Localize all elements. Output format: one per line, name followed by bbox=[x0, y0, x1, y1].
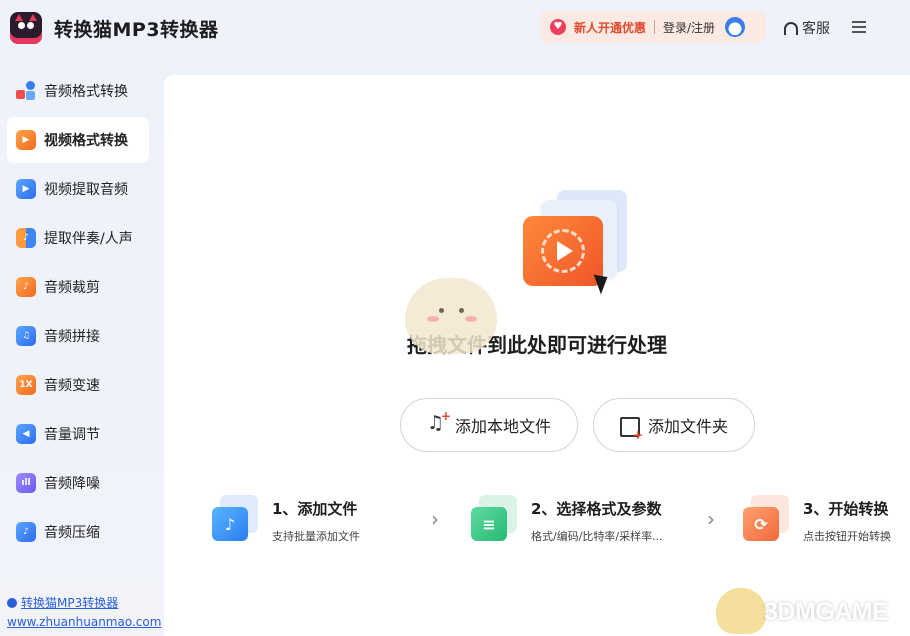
convert-refresh-icon: ⟳ bbox=[743, 495, 789, 541]
watermark-mascot-icon bbox=[716, 588, 766, 634]
sidebar-item-extract-vocal[interactable]: ♪ 提取伴奏/人声 bbox=[7, 215, 149, 261]
drag-hint-text: 拖拽文件到此处即可进行处理 bbox=[407, 333, 667, 357]
sidebar-item-label: 音频裁剪 bbox=[44, 280, 100, 296]
settings-panel-icon: ≡ bbox=[471, 495, 517, 541]
sidebar-item-label: 音频拼接 bbox=[44, 329, 100, 345]
step-start-convert: ⟳ 3、开始转换 点击按钮开始转换 bbox=[743, 495, 891, 544]
step-select-format: ≡ 2、选择格式及参数 格式/编码/比特率/采样率... bbox=[471, 495, 663, 544]
sidebar-item-audio-speed[interactable]: 1X 音频变速 bbox=[7, 362, 149, 408]
audio-speed-icon: 1X bbox=[16, 375, 36, 395]
step-desc: 支持批量添加文件 bbox=[272, 530, 360, 543]
new-user-offer-link[interactable]: 新人开通优惠 bbox=[574, 19, 646, 36]
customer-service-label: 客服 bbox=[802, 21, 830, 37]
login-register-link[interactable]: 登录/注册 bbox=[663, 19, 715, 36]
play-icon bbox=[523, 216, 603, 286]
sidebar-item-audio-trim[interactable]: ♪ 音频裁剪 bbox=[7, 264, 149, 310]
chevron-right-icon: › bbox=[707, 507, 715, 531]
step-desc: 点击按钮开始转换 bbox=[803, 530, 891, 543]
sidebar-item-denoise[interactable]: ıll 音频降噪 bbox=[7, 460, 149, 506]
footer-app-link[interactable]: 转换猫MP3转换器 bbox=[7, 594, 161, 611]
sidebar-item-audio-format[interactable]: 音频格式转换 bbox=[7, 68, 149, 114]
sidebar-item-video-extract-audio[interactable]: ▶ 视频提取音频 bbox=[7, 166, 149, 212]
paw-icon bbox=[7, 597, 17, 608]
sidebar-footer: 转换猫MP3转换器 www.zhuanhuanmao.com bbox=[7, 594, 161, 629]
step-title: 1、添加文件 bbox=[272, 500, 358, 518]
heart-icon: ♥ bbox=[550, 19, 566, 35]
customer-service-button[interactable]: 客服 bbox=[784, 18, 830, 38]
add-folder-icon bbox=[619, 416, 643, 442]
volume-icon: ◀ bbox=[16, 424, 36, 444]
add-local-file-button[interactable]: 添加本地文件 bbox=[400, 398, 578, 452]
sidebar-item-label: 提取伴奏/人声 bbox=[44, 231, 133, 247]
headset-icon bbox=[784, 21, 798, 35]
sidebar-item-label: 视频格式转换 bbox=[44, 133, 128, 149]
sidebar: 音频格式转换 ▶ 视频格式转换 ▶ 视频提取音频 ♪ 提取伴奏/人声 ♪ 音频裁… bbox=[0, 66, 161, 636]
divider bbox=[654, 20, 656, 34]
footer-app-name: 转换猫MP3转换器 bbox=[21, 596, 119, 610]
music-file-icon: ♪ bbox=[212, 495, 258, 541]
sidebar-item-label: 音频变速 bbox=[44, 378, 100, 394]
footer-website-link[interactable]: www.zhuanhuanmao.com bbox=[7, 615, 161, 629]
sidebar-item-label: 音频压缩 bbox=[44, 525, 100, 541]
watermark-mascot-icon bbox=[405, 278, 497, 354]
denoise-icon: ıll bbox=[16, 473, 36, 493]
extract-vocal-icon: ♪ bbox=[16, 228, 36, 248]
sidebar-item-video-format[interactable]: ▶ 视频格式转换 bbox=[7, 117, 149, 163]
add-local-file-label: 添加本地文件 bbox=[454, 417, 551, 436]
sidebar-item-volume[interactable]: ◀ 音量调节 bbox=[7, 411, 149, 457]
add-music-icon bbox=[427, 409, 451, 435]
menu-icon[interactable] bbox=[852, 21, 866, 36]
sidebar-item-label: 音量调节 bbox=[44, 427, 100, 443]
drop-zone[interactable]: 拖拽文件到此处即可进行处理 添加本地文件 添加文件夹 ♪ 1、添加文件 支持批量… bbox=[164, 75, 910, 636]
watermark-text: 3DMGAME bbox=[764, 598, 889, 626]
avatar[interactable] bbox=[725, 17, 746, 37]
audio-format-icon bbox=[16, 81, 36, 101]
step-title: 2、选择格式及参数 bbox=[531, 500, 662, 518]
audio-trim-icon: ♪ bbox=[16, 277, 36, 297]
promo-bar: ♥ 新人开通优惠 登录/注册 bbox=[540, 11, 766, 43]
add-folder-label: 添加文件夹 bbox=[647, 417, 728, 436]
add-folder-button[interactable]: 添加文件夹 bbox=[593, 398, 755, 452]
sidebar-item-audio-merge[interactable]: ♫ 音频拼接 bbox=[7, 313, 149, 359]
audio-merge-icon: ♫ bbox=[16, 326, 36, 346]
video-file-illustration bbox=[521, 190, 629, 300]
title-bar: 转换猫MP3转换器 ♥ 新人开通优惠 登录/注册 客服 bbox=[0, 0, 910, 56]
video-extract-audio-icon: ▶ bbox=[16, 179, 36, 199]
app-title: 转换猫MP3转换器 bbox=[54, 19, 219, 41]
compress-icon: ♪ bbox=[16, 522, 36, 542]
sidebar-item-label: 音频格式转换 bbox=[44, 84, 128, 100]
sidebar-item-label: 视频提取音频 bbox=[44, 182, 128, 198]
step-desc: 格式/编码/比特率/采样率... bbox=[531, 530, 663, 543]
sidebar-item-label: 音频降噪 bbox=[44, 476, 100, 492]
cat-logo-icon bbox=[10, 12, 42, 44]
chevron-right-icon: › bbox=[431, 507, 439, 531]
sidebar-item-compress[interactable]: ♪ 音频压缩 bbox=[7, 509, 149, 555]
step-add-file: ♪ 1、添加文件 支持批量添加文件 bbox=[212, 495, 360, 544]
video-format-icon: ▶ bbox=[16, 130, 36, 150]
step-title: 3、开始转换 bbox=[803, 500, 889, 518]
